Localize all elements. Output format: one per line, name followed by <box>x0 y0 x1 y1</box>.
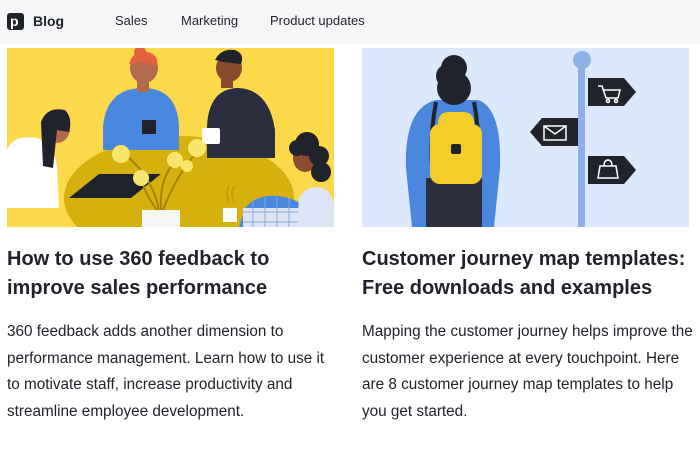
article-1-title[interactable]: How to use 360 feedback to improve sales… <box>7 245 347 303</box>
customer-journey-signpost-illustration <box>362 48 689 227</box>
article-2-title[interactable]: Customer journey map templates: Free dow… <box>362 245 700 303</box>
team-meeting-illustration <box>7 48 334 227</box>
article-2-description: Mapping the customer journey helps impro… <box>362 323 693 420</box>
article-1-image-link[interactable] <box>7 48 334 227</box>
nav-link-sales[interactable]: Sales <box>115 13 148 28</box>
nav-link-marketing[interactable]: Marketing <box>181 13 238 28</box>
pipedrive-logo-icon: p <box>7 12 24 30</box>
article-1-description: 360 feedback adds another dimension to p… <box>7 323 325 420</box>
blog-home-link[interactable]: p Blog <box>7 11 64 31</box>
article-2-image-link[interactable] <box>362 48 689 227</box>
brand-name: Blog <box>33 13 65 29</box>
top-navigation: p Blog Sales Marketing Product updates <box>0 0 700 44</box>
nav-link-product-updates[interactable]: Product updates <box>270 13 365 28</box>
